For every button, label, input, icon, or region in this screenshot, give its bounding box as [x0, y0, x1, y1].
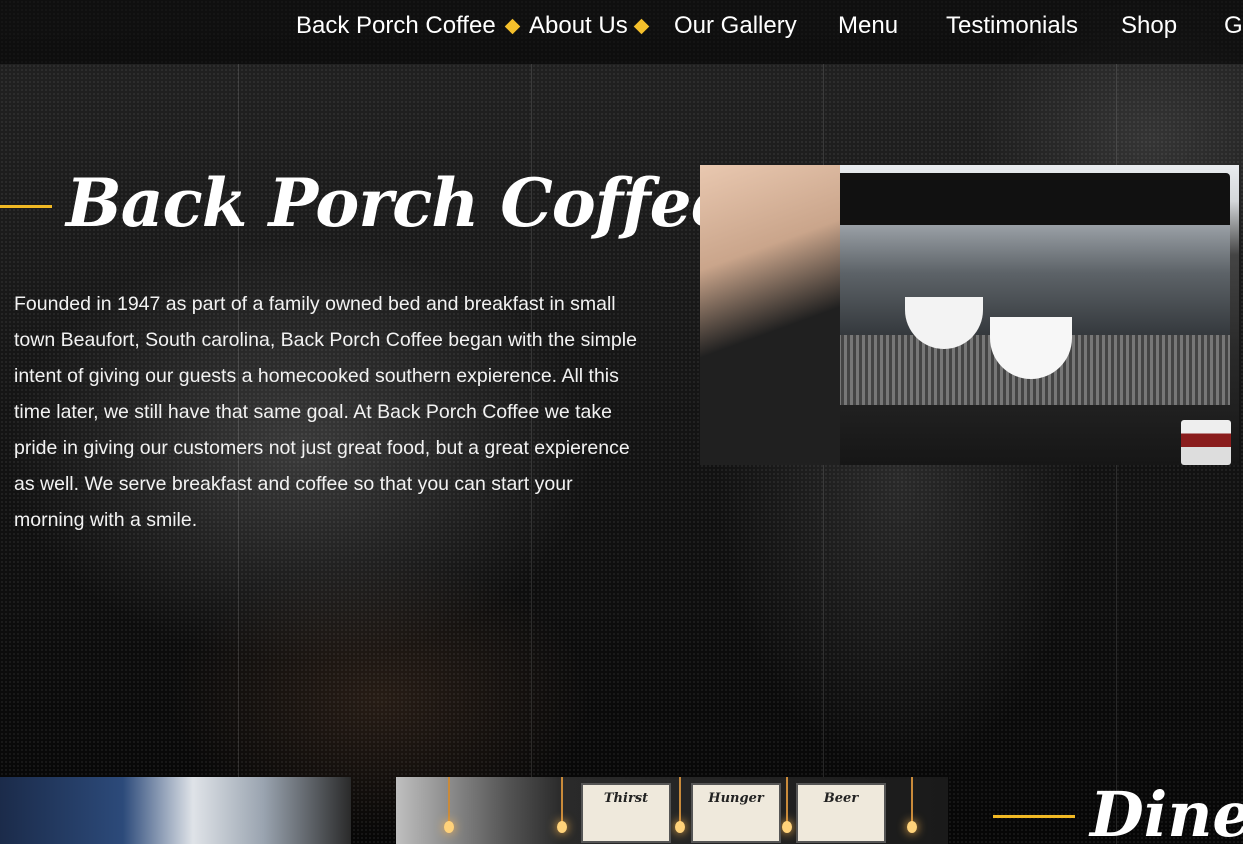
diamond-icon [504, 18, 521, 35]
nav-item-our-gallery[interactable]: Our Gallery [674, 12, 797, 40]
nav-item-about-us[interactable]: About Us [529, 12, 628, 40]
diamond-icon [633, 18, 650, 35]
title-accent-rule [0, 205, 52, 208]
menu-board-photo: Thirst Hunger Beer [396, 777, 948, 844]
dine-section-title: Dine i [1090, 778, 1243, 844]
menu-board: Thirst [581, 783, 671, 843]
about-description: Founded in 1947 as part of a family owne… [14, 293, 637, 531]
section-title: Back Porch Coffee [66, 164, 733, 242]
title-accent-rule [993, 815, 1075, 818]
nav-item-menu[interactable]: Menu [838, 12, 898, 40]
nav-item-shop[interactable]: Shop [1121, 12, 1177, 40]
menu-board: Hunger [691, 783, 781, 843]
nav-item-go[interactable]: Go [1224, 12, 1243, 40]
espresso-machine-photo [700, 165, 1239, 465]
nav-item-testimonials[interactable]: Testimonials [946, 12, 1078, 40]
nav-item-back-porch-coffee[interactable]: Back Porch Coffee [296, 12, 496, 40]
menu-board: Beer [796, 783, 886, 843]
barista-photo [0, 777, 351, 844]
top-navigation: Back Porch Coffee About Us Our Gallery M… [0, 0, 1243, 64]
